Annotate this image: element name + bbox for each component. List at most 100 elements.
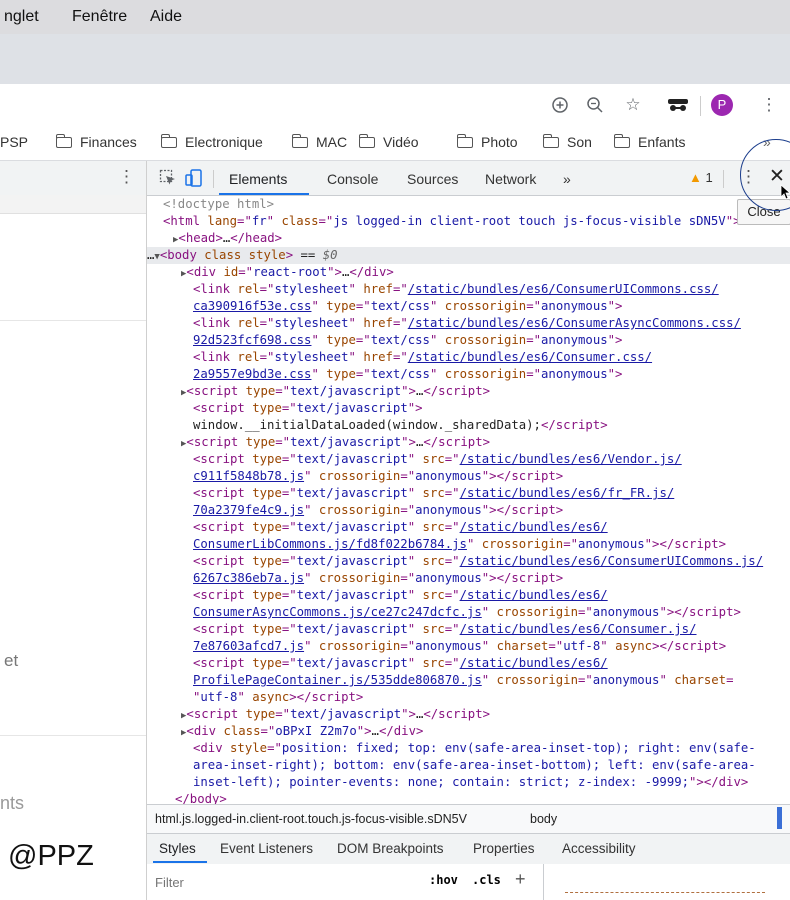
code-line[interactable]: 6267c386eb7a.js" crossorigin="anonymous"…: [193, 570, 563, 587]
code-line[interactable]: window.__initialDataLoaded(window._share…: [193, 417, 608, 434]
tab-dom-breakpoints[interactable]: DOM Breakpoints: [337, 841, 444, 856]
folder-icon: [291, 134, 308, 148]
code-line[interactable]: ConsumerLibCommons.js/fd8f022b6784.js" c…: [193, 536, 726, 553]
code-line[interactable]: <link rel="stylesheet" href="/static/bun…: [193, 281, 719, 298]
devtools-tabbar: Elements Console Sources Network » ▲ 1 ⋮…: [147, 161, 790, 196]
bookmark-psp[interactable]: PSP: [0, 134, 28, 150]
tab-accessibility[interactable]: Accessibility: [562, 841, 636, 856]
bookmarks-bar: PSP Finances Electronique MAC Vidéo Phot…: [0, 126, 790, 161]
menu-aide[interactable]: Aide: [150, 8, 182, 26]
folder-icon: [358, 134, 375, 148]
avatar[interactable]: P: [711, 94, 733, 116]
zoom-icon[interactable]: [547, 92, 573, 118]
divider: [723, 170, 724, 188]
warning-icon: ▲: [689, 170, 702, 185]
code-line[interactable]: <link rel="stylesheet" href="/static/bun…: [193, 349, 652, 366]
bookmark-finances[interactable]: Finances: [55, 134, 137, 150]
code-line[interactable]: c911f5848b78.js" crossorigin="anonymous"…: [193, 468, 563, 485]
code-line[interactable]: ▶<script type="text/javascript">…</scrip…: [181, 434, 490, 451]
menu-onglet[interactable]: nglet: [4, 8, 39, 26]
code-line[interactable]: 2a9557e9bd3e.css" type="text/css" crosso…: [193, 366, 622, 383]
menu-bar: nglet Fenêtre Aide: [0, 0, 790, 34]
code-line[interactable]: <script type="text/javascript" src="/sta…: [193, 519, 608, 536]
divider: [543, 864, 544, 900]
menu-fenetre[interactable]: Fenêtre: [72, 8, 127, 26]
code-line[interactable]: ▶<script type="text/javascript">…</scrip…: [181, 706, 490, 723]
breadcrumb: html.js.logged-in.client-root.touch.js-f…: [147, 804, 790, 833]
code-line[interactable]: <!doctype html>: [163, 196, 274, 213]
code-line[interactable]: ConsumerAsyncCommons.js/ce27c247dcfc.js"…: [193, 604, 741, 621]
inspect-icon[interactable]: [159, 169, 177, 190]
tab-network[interactable]: Network: [485, 171, 536, 187]
code-line-selected[interactable]: …▼<body class style> == $0: [147, 247, 790, 264]
code-line[interactable]: <script type="text/javascript" src="/sta…: [193, 655, 608, 672]
tab-console[interactable]: Console: [327, 171, 378, 187]
code-line[interactable]: "utf-8" async></script>: [193, 689, 363, 706]
code-line[interactable]: <script type="text/javascript" src="/sta…: [193, 621, 697, 638]
code-line[interactable]: </body>: [175, 791, 227, 804]
page-header-strip: [0, 195, 146, 214]
breadcrumb-body[interactable]: body: [530, 812, 557, 826]
page-divider: [0, 320, 146, 321]
code-line[interactable]: <script type="text/javascript" src="/sta…: [193, 485, 674, 502]
folder-icon: [542, 134, 559, 148]
code-line[interactable]: ▶<head>…</head>: [173, 230, 282, 247]
tab-properties[interactable]: Properties: [473, 841, 535, 856]
box-model-preview: [565, 892, 765, 893]
code-line[interactable]: ▶<script type="text/javascript">…</scrip…: [181, 383, 490, 400]
search-icon[interactable]: [582, 92, 608, 118]
page-more-icon[interactable]: ⋮: [118, 167, 135, 187]
divider: [213, 170, 214, 188]
hov-button[interactable]: :hov: [429, 873, 458, 887]
folder-icon: [613, 134, 630, 148]
warning-indicator[interactable]: ▲ 1: [689, 170, 713, 185]
bookmark-enfants[interactable]: Enfants: [613, 134, 685, 150]
bookmark-mac[interactable]: MAC: [291, 134, 347, 150]
code-line[interactable]: <html lang="fr" class="js logged-in clie…: [163, 213, 741, 230]
code-line[interactable]: ▶<div class="oBPxI Z2m7o">…</div>: [181, 723, 423, 740]
tab-elements[interactable]: Elements: [229, 171, 287, 187]
add-rule-button[interactable]: +: [515, 869, 526, 890]
code-line[interactable]: 92d523fcf698.css" type="text/css" crosso…: [193, 332, 622, 349]
bookmark-photo[interactable]: Photo: [456, 134, 518, 150]
bookmark-son[interactable]: Son: [542, 134, 592, 150]
breadcrumb-html[interactable]: html.js.logged-in.client-root.touch.js-f…: [155, 812, 467, 826]
device-toolbar-icon[interactable]: [185, 169, 203, 190]
cls-button[interactable]: .cls: [472, 873, 501, 887]
code-line[interactable]: ▶<div id="react-root">…</div>: [181, 264, 394, 281]
code-line[interactable]: ProfilePageContainer.js/535dde806870.js"…: [193, 672, 733, 689]
tab-sources[interactable]: Sources: [407, 171, 458, 187]
tab-overflow[interactable]: »: [563, 171, 571, 187]
code-line[interactable]: <script type="text/javascript" src="/sta…: [193, 553, 763, 570]
bookmark-electronique[interactable]: Electronique: [160, 134, 263, 150]
code-line[interactable]: 70a2379fe4c9.js" crossorigin="anonymous"…: [193, 502, 563, 519]
more-icon[interactable]: ⋮: [756, 92, 782, 118]
star-icon[interactable]: ☆: [620, 92, 646, 118]
code-line[interactable]: <script type="text/javascript" src="/sta…: [193, 587, 608, 604]
cursor-icon: [780, 184, 790, 205]
incognito-icon[interactable]: [665, 92, 691, 118]
browser-toolbar: ☆ ⋮: [0, 84, 790, 126]
page-text: nts: [0, 793, 25, 813]
elements-tree: <!doctype html> <html lang="fr" class="j…: [147, 196, 790, 804]
active-tab-indicator: [219, 193, 309, 195]
toolbar-divider: [700, 96, 701, 116]
tab-styles[interactable]: Styles: [159, 841, 196, 856]
code-line[interactable]: ca390916f53e.css" type="text/css" crosso…: [193, 298, 622, 315]
tab-event-listeners[interactable]: Event Listeners: [220, 841, 313, 856]
code-line[interactable]: <script type="text/javascript" src="/sta…: [193, 451, 682, 468]
code-line[interactable]: <script type="text/javascript">: [193, 400, 423, 417]
styles-filter-bar: :hov .cls +: [147, 864, 790, 900]
filter-input[interactable]: [153, 872, 387, 892]
page-divider: [0, 735, 146, 736]
folder-icon: [160, 134, 177, 148]
code-line[interactable]: <link rel="stylesheet" href="/static/bun…: [193, 315, 741, 332]
scroll-indicator: [777, 807, 782, 829]
code-line[interactable]: 7e87603afcd7.js" crossorigin="anonymous"…: [193, 638, 726, 655]
code-line[interactable]: inset-left); pointer-events: none; conta…: [193, 774, 748, 791]
page-toolbar: ⋮: [0, 161, 146, 196]
code-line[interactable]: <div style="position: fixed; top: env(sa…: [193, 740, 756, 757]
bookmark-video[interactable]: Vidéo: [358, 134, 419, 150]
page-text: et: [4, 651, 19, 670]
code-line[interactable]: area-inset-right); bottom: env(safe-area…: [193, 757, 756, 774]
